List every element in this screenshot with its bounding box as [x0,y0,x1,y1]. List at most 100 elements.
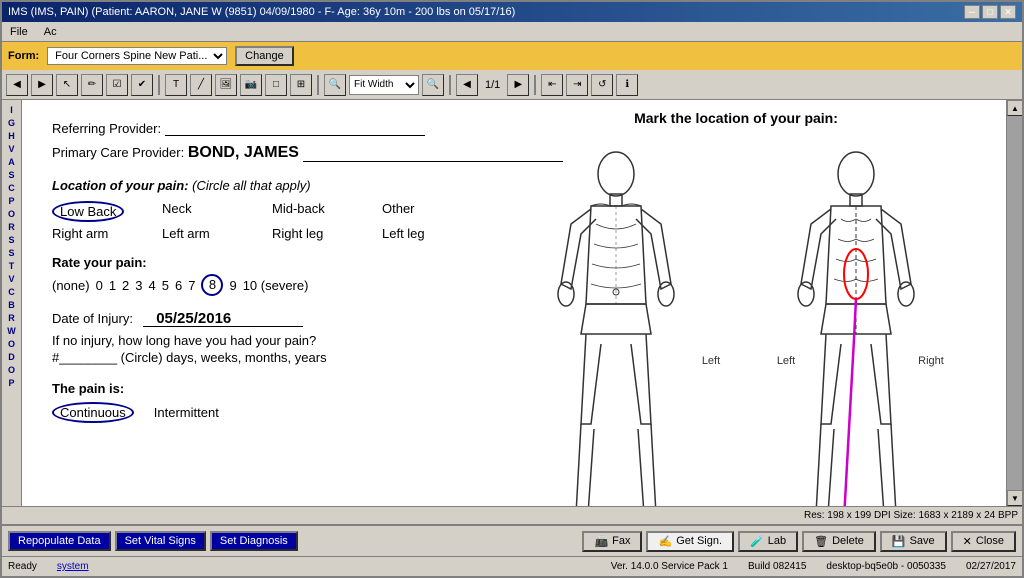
tool-forward[interactable]: ▶ [31,74,53,96]
change-button[interactable]: Change [235,46,294,66]
rate-5[interactable]: 5 [162,278,169,293]
tool-next-page[interactable]: ▶ [507,74,529,96]
pain-intermittent[interactable]: Intermittent [154,405,219,420]
rate-9[interactable]: 9 [229,278,236,293]
sidebar-o2[interactable]: O [6,338,17,350]
sidebar-i[interactable]: I [8,104,15,116]
restore-button[interactable]: □ [982,5,998,19]
rate-7[interactable]: 7 [188,278,195,293]
sidebar-p2[interactable]: P [6,377,16,389]
rate-6[interactable]: 6 [175,278,182,293]
front-figure: Right [558,152,674,506]
tool-camera[interactable]: 📷 [240,74,262,96]
primary-care-label: Primary Care Provider: [52,145,184,160]
tool-check2[interactable]: ✔ [131,74,153,96]
lab-button[interactable]: 🧪 Lab [738,531,798,552]
pain-right-arm[interactable]: Right arm [52,226,132,241]
save-button[interactable]: 💾 Save [880,531,947,552]
pain-left-arm[interactable]: Left arm [162,226,242,241]
tool-zoom-in[interactable]: 🔍 [422,74,444,96]
rate-2[interactable]: 2 [122,278,129,293]
body-diagram-area: Mark the location of your pain: [496,110,976,506]
fax-button[interactable]: 📠 Fax [582,531,642,552]
sidebar-d[interactable]: D [6,351,17,363]
sidebar-o[interactable]: O [6,208,17,220]
tool-pencil[interactable]: ✏ [81,74,103,96]
rate-10[interactable]: 10 (severe) [243,278,309,293]
tool-grid[interactable]: ⊞ [290,74,312,96]
diagnosis-button[interactable]: Set Diagnosis [210,531,298,551]
injury-date-value: 05/25/2016 [156,310,231,327]
tool-zoom[interactable]: 🔍 [324,74,346,96]
sidebar-c[interactable]: C [6,182,17,194]
tool-line[interactable]: ╱ [190,74,212,96]
menu-file[interactable]: File [6,24,32,40]
close-window-button[interactable]: ✕ [1000,5,1016,19]
tool-info[interactable]: ℹ [616,74,638,96]
sidebar-v[interactable]: V [6,143,16,155]
pain-right-leg[interactable]: Right leg [272,226,352,241]
date-info: 02/27/2017 [966,561,1016,572]
sidebar-v2[interactable]: V [6,273,16,285]
sidebar-w[interactable]: W [5,325,18,337]
menu-ac[interactable]: Ac [40,24,61,40]
sidebar-p[interactable]: P [6,195,16,207]
pain-continuous[interactable]: Continuous [52,402,134,423]
pain-low-back[interactable]: Low Back [52,201,132,222]
tool-prev-page[interactable]: ◀ [456,74,478,96]
rate-8-circled[interactable]: 8 [201,274,223,296]
sidebar-c2[interactable]: C [6,286,17,298]
rate-0[interactable]: 0 [96,278,103,293]
tool-refresh[interactable]: ↺ [591,74,613,96]
get-sign-button[interactable]: ✍ Get Sign. [646,531,734,552]
pain-other[interactable]: Other [382,201,462,222]
sidebar-s3[interactable]: S [6,247,16,259]
tool-image[interactable]: 🖼 [215,74,237,96]
body-diagram-svg: Right [496,134,976,506]
sidebar-t[interactable]: T [7,260,17,272]
scroll-up-button[interactable]: ▲ [1007,100,1022,116]
repopulate-button[interactable]: Repopulate Data [8,531,111,551]
sidebar-o3[interactable]: O [6,364,17,376]
tool-back[interactable]: ◀ [6,74,28,96]
sidebar-a[interactable]: A [6,156,17,168]
sidebar-b[interactable]: B [6,299,17,311]
close-button[interactable]: ✕ Close [951,531,1016,552]
referring-provider-field[interactable] [165,120,425,136]
rate-1[interactable]: 1 [109,278,116,293]
bottom-status-bar: Res: 198 x 199 DPI Size: 1683 x 2189 x 2… [2,506,1022,524]
menu-bar: File Ac [2,22,1022,42]
pain-left-leg[interactable]: Left leg [382,226,462,241]
bottom-bar: Repopulate Data Set Vital Signs Set Diag… [2,524,1022,556]
sidebar-s2[interactable]: S [6,234,16,246]
status-left: Ready system [8,561,89,572]
sidebar-g[interactable]: G [6,117,17,129]
form-select[interactable]: Four Corners Spine New Pati... [47,47,227,65]
zoom-select[interactable]: Fit Width [349,75,419,95]
pain-midback[interactable]: Mid-back [272,201,352,222]
fax-icon: 📠 [594,535,608,548]
sidebar-h[interactable]: H [6,130,17,142]
system-link[interactable]: system [57,561,89,572]
desktop-info: desktop-bq5e0b - 0050335 [826,561,946,572]
tool-home[interactable]: ⇤ [541,74,563,96]
tool-end[interactable]: ⇥ [566,74,588,96]
rate-4[interactable]: 4 [149,278,156,293]
sidebar-s[interactable]: S [6,169,16,181]
minimize-button[interactable]: ─ [964,5,980,19]
vital-signs-button[interactable]: Set Vital Signs [115,531,206,551]
scroll-track[interactable] [1007,116,1022,490]
delete-button[interactable]: 🗑 Delete [802,531,876,552]
tool-check[interactable]: ☑ [106,74,128,96]
no-injury-label: If no injury, how long have you had your… [52,333,316,348]
sidebar-r[interactable]: R [6,221,17,233]
scroll-down-button[interactable]: ▼ [1007,490,1022,506]
pain-neck[interactable]: Neck [162,201,242,222]
content-area[interactable]: Referring Provider: Primary Care Provide… [22,100,1006,506]
tool-box[interactable]: □ [265,74,287,96]
sidebar-r2[interactable]: R [6,312,17,324]
rate-3[interactable]: 3 [135,278,142,293]
tool-text[interactable]: T [165,74,187,96]
form-bar: Form: Four Corners Spine New Pati... Cha… [2,42,1022,70]
tool-pointer[interactable]: ↖ [56,74,78,96]
